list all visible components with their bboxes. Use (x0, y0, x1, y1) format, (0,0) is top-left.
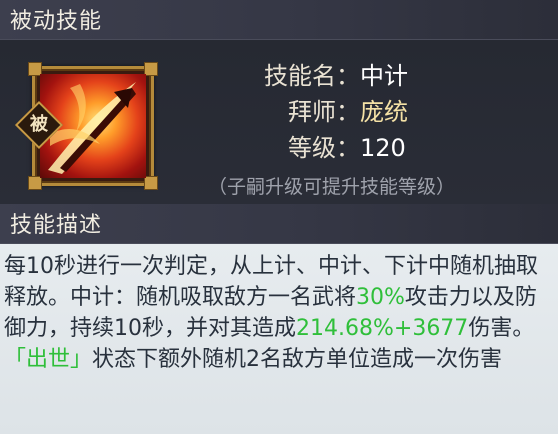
skill-level-row: 等级：120 (276, 128, 406, 163)
frame-corner (144, 176, 158, 190)
status-tag: 「出世」 (4, 347, 93, 372)
skill-master-row: 拜师：庞统 (276, 92, 408, 127)
damage-value: 214.68%+3677 (296, 316, 469, 341)
skill-description-header: 技能描述 (0, 204, 558, 244)
skill-name-value: 中计 (360, 62, 408, 90)
section-title: 被动技能 (10, 9, 103, 34)
skill-level-value: 120 (360, 134, 406, 162)
attack-steal-percent: 30% (356, 285, 405, 310)
level-hint: （子嗣升级可提升技能等级） (208, 176, 456, 198)
passive-skill-header: 被动技能 (0, 0, 558, 40)
skill-master-label: 拜师 (288, 98, 336, 126)
skill-level-label: 等级 (288, 134, 336, 162)
skill-master-value: 庞统 (360, 98, 408, 126)
frame-corner (28, 176, 42, 190)
section-title: 技能描述 (10, 213, 103, 238)
skill-name-label: 技能名 (264, 62, 336, 90)
skill-description: 每10秒进行一次判定，从上计、中计、下计中随机抽取释放。中计：随机吸取敌方一名武… (4, 254, 538, 372)
frame-corner (144, 62, 158, 76)
passive-badge-label: 被 (30, 114, 48, 135)
skill-name-row: 技能名：中计 (246, 56, 408, 91)
